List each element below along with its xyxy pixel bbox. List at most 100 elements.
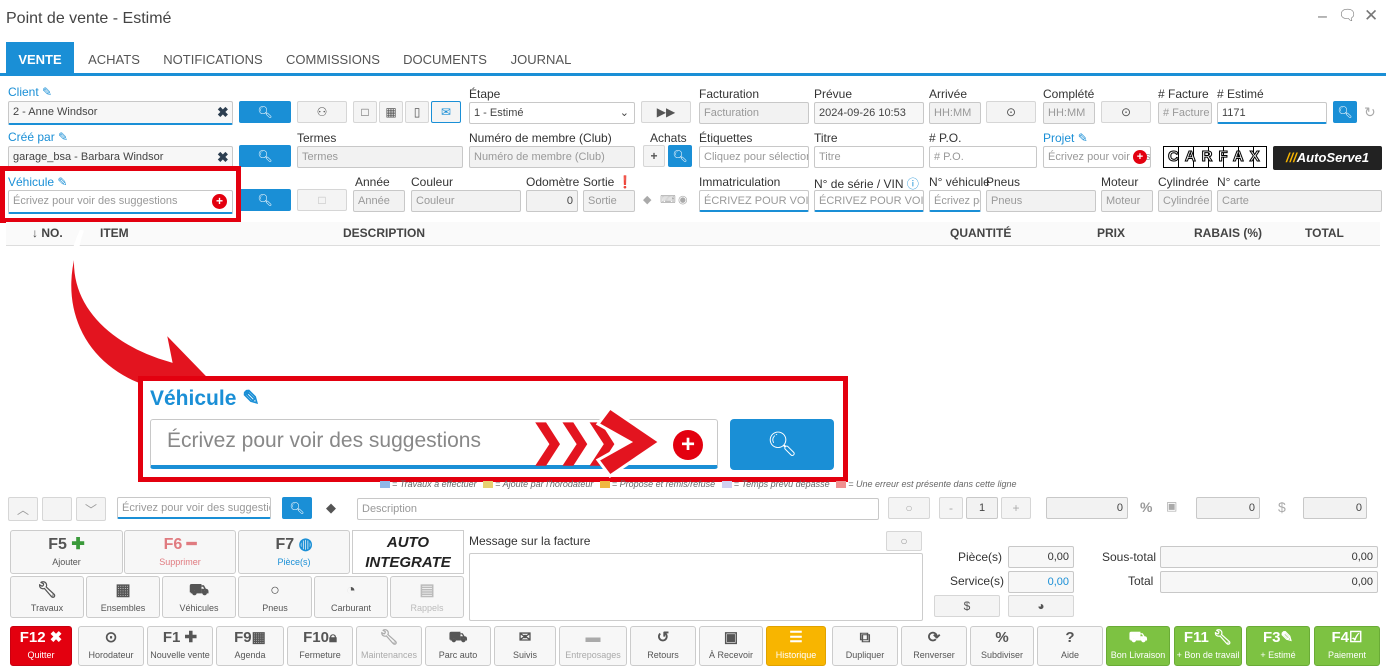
- pie-chart-button[interactable]: ◕: [1008, 595, 1074, 617]
- odometre-field[interactable]: 0: [526, 190, 578, 212]
- col-total[interactable]: TOTAL: [1305, 226, 1344, 240]
- subdiviser-button[interactable]: % Subdiviser: [970, 626, 1034, 666]
- col-no[interactable]: ↓ NO.: [32, 226, 63, 240]
- travaux-button[interactable]: 🔧︎ Travaux: [10, 576, 84, 618]
- carburant-button[interactable]: ◔ Carburant: [314, 576, 388, 618]
- sortie-field[interactable]: Sortie: [583, 190, 635, 212]
- tag-icon[interactable]: ◆: [643, 193, 651, 206]
- immatriculation-field[interactable]: ÉCRIVEZ POUR VOIR DES SUGGESTIONS: [699, 190, 809, 212]
- suivis-button[interactable]: ✉ Suivis: [494, 626, 556, 666]
- retours-button[interactable]: ↺ Retours: [630, 626, 696, 666]
- binoculars-button[interactable]: ⚇: [297, 101, 347, 123]
- client-label[interactable]: Client ✎: [8, 85, 52, 99]
- key-icon[interactable]: ⌨: [660, 193, 676, 206]
- facturation-field[interactable]: Facturation: [699, 102, 809, 124]
- tab-commissions[interactable]: COMMISSIONS: [278, 42, 388, 76]
- minimize-icon[interactable]: –: [1318, 8, 1327, 26]
- tab-notifications[interactable]: NOTIFICATIONS: [156, 42, 270, 76]
- bon-de-travail-button[interactable]: F11 🔧︎ + Bon de travail: [1174, 626, 1242, 666]
- arrivee-clock-button[interactable]: ⊙: [986, 101, 1036, 123]
- calendar-button[interactable]: ▦: [379, 101, 403, 123]
- move-up-button[interactable]: ︿: [8, 497, 38, 521]
- total-field[interactable]: 0: [1303, 497, 1367, 519]
- cree-par-label[interactable]: Créé par ✎: [8, 130, 68, 144]
- estime-search-button[interactable]: 🔍︎: [1333, 101, 1357, 123]
- message-comment-button[interactable]: ○: [886, 531, 922, 551]
- a-recevoir-button[interactable]: ▣ À Recevoir: [699, 626, 763, 666]
- dollar-icon[interactable]: $: [1278, 499, 1286, 515]
- tab-journal[interactable]: JOURNAL: [502, 42, 580, 76]
- ajouter-button[interactable]: F5 ✚ Ajouter: [10, 530, 123, 574]
- client-search-button[interactable]: 🔍︎: [239, 101, 291, 123]
- qty-minus-button[interactable]: -: [939, 497, 963, 519]
- dollar-button[interactable]: $: [934, 595, 1000, 617]
- comment-button[interactable]: ○: [888, 497, 930, 519]
- col-prix[interactable]: PRIX: [1097, 226, 1125, 240]
- historique-button[interactable]: ☰ Historique: [766, 626, 826, 666]
- estime-field[interactable]: 1171: [1217, 102, 1327, 124]
- vin-field[interactable]: ÉCRIVEZ POUR VOIR DES SUGGESTIONS: [814, 190, 924, 212]
- carfax-logo[interactable]: CARFAX: [1163, 146, 1267, 168]
- no-vehicule-field[interactable]: Écrivez pour voir: [929, 190, 981, 212]
- complete-clock-button[interactable]: ⊙: [1101, 101, 1151, 123]
- cash-icon[interactable]: ▣: [1166, 499, 1177, 513]
- chat-icon[interactable]: 🗨: [1338, 6, 1357, 24]
- col-description[interactable]: DESCRIPTION: [343, 226, 425, 240]
- quitter-button[interactable]: F12 ✖ Quitter: [10, 626, 72, 666]
- clear-client-icon[interactable]: ✖: [217, 104, 229, 121]
- pieces-button[interactable]: F7 ◍ Pièce(s): [238, 530, 350, 574]
- eye-icon[interactable]: ◉: [678, 193, 688, 206]
- horodateur-button[interactable]: ⊙ Horodateur: [78, 626, 144, 666]
- fermeture-button[interactable]: F10🔒︎ Fermeture: [287, 626, 353, 666]
- paiement-button[interactable]: F4☑ Paiement: [1314, 626, 1380, 666]
- aide-button[interactable]: ? Aide: [1037, 626, 1103, 666]
- phone-button[interactable]: ▯: [405, 101, 429, 123]
- percent-icon[interactable]: %: [1140, 499, 1152, 515]
- description-field[interactable]: Description: [357, 498, 879, 520]
- pneus-button[interactable]: ○ Pneus: [238, 576, 312, 618]
- clear-cree-par-icon[interactable]: ✖: [217, 149, 229, 166]
- pneus-field[interactable]: Pneus: [986, 190, 1096, 212]
- autoserve-logo[interactable]: ///AutoServe1: [1273, 146, 1382, 170]
- titre-field[interactable]: Titre: [814, 146, 924, 168]
- achats-search-button[interactable]: 🔍︎: [668, 145, 692, 167]
- line-number-field[interactable]: [42, 497, 72, 521]
- etape-select[interactable]: 1 - Estimé ⌄: [469, 102, 635, 124]
- vehicule-note-button[interactable]: □: [297, 189, 347, 211]
- termes-field[interactable]: Termes: [297, 146, 463, 168]
- refresh-icon[interactable]: ↻: [1364, 104, 1376, 121]
- tag-icon[interactable]: ◆: [326, 500, 336, 516]
- moteur-field[interactable]: Moteur: [1101, 190, 1153, 212]
- col-quantite[interactable]: QUANTITÉ: [950, 226, 1011, 240]
- autointegrate-logo[interactable]: AUTO INTEGRATE: [352, 530, 464, 574]
- rabais-field[interactable]: 0: [1196, 497, 1260, 519]
- dupliquer-button[interactable]: ⧉ Dupliquer: [832, 626, 898, 666]
- rappels-button[interactable]: ▤ Rappels: [390, 576, 464, 618]
- close-icon[interactable]: ✕: [1364, 6, 1378, 26]
- po-field[interactable]: # P.O.: [929, 146, 1037, 168]
- qty-plus-button[interactable]: +: [1001, 497, 1031, 519]
- tab-vente[interactable]: VENTE: [6, 42, 74, 76]
- cylindree-field[interactable]: Cylindrée: [1158, 190, 1212, 212]
- numero-membre-field[interactable]: Numéro de membre (Club): [469, 146, 635, 168]
- supprimer-button[interactable]: F6 ━ Supprimer: [124, 530, 236, 574]
- nouvelle-vente-button[interactable]: F1 ✚ Nouvelle vente: [147, 626, 213, 666]
- estime-button[interactable]: F3✎ + Estimé: [1246, 626, 1310, 666]
- price-field[interactable]: 0: [1046, 497, 1128, 519]
- couleur-field[interactable]: Couleur: [411, 190, 521, 212]
- annee-field[interactable]: Année: [353, 190, 405, 212]
- bon-livraison-button[interactable]: ⛟ Bon Livraison: [1106, 626, 1170, 666]
- item-search-field[interactable]: Écrivez pour voir des suggestions: [117, 497, 271, 519]
- next-step-button[interactable]: ▶▶: [641, 101, 691, 123]
- entreposages-button[interactable]: ▬ Entreposages: [559, 626, 627, 666]
- carte-field[interactable]: Carte: [1217, 190, 1382, 212]
- arrivee-field[interactable]: HH:MM: [929, 102, 981, 124]
- maintenances-button[interactable]: 🔧︎ Maintenances: [356, 626, 422, 666]
- etiquettes-select[interactable]: Cliquez pour sélectionner: [699, 146, 809, 168]
- ensembles-button[interactable]: ▦ Ensembles: [86, 576, 160, 618]
- vehicules-button[interactable]: ⛟ Véhicules: [162, 576, 236, 618]
- note-button[interactable]: □: [353, 101, 377, 123]
- renverser-button[interactable]: ⟳ Renverser: [901, 626, 967, 666]
- add-projet-icon[interactable]: +: [1133, 150, 1147, 164]
- projet-label[interactable]: Projet ✎: [1043, 131, 1088, 145]
